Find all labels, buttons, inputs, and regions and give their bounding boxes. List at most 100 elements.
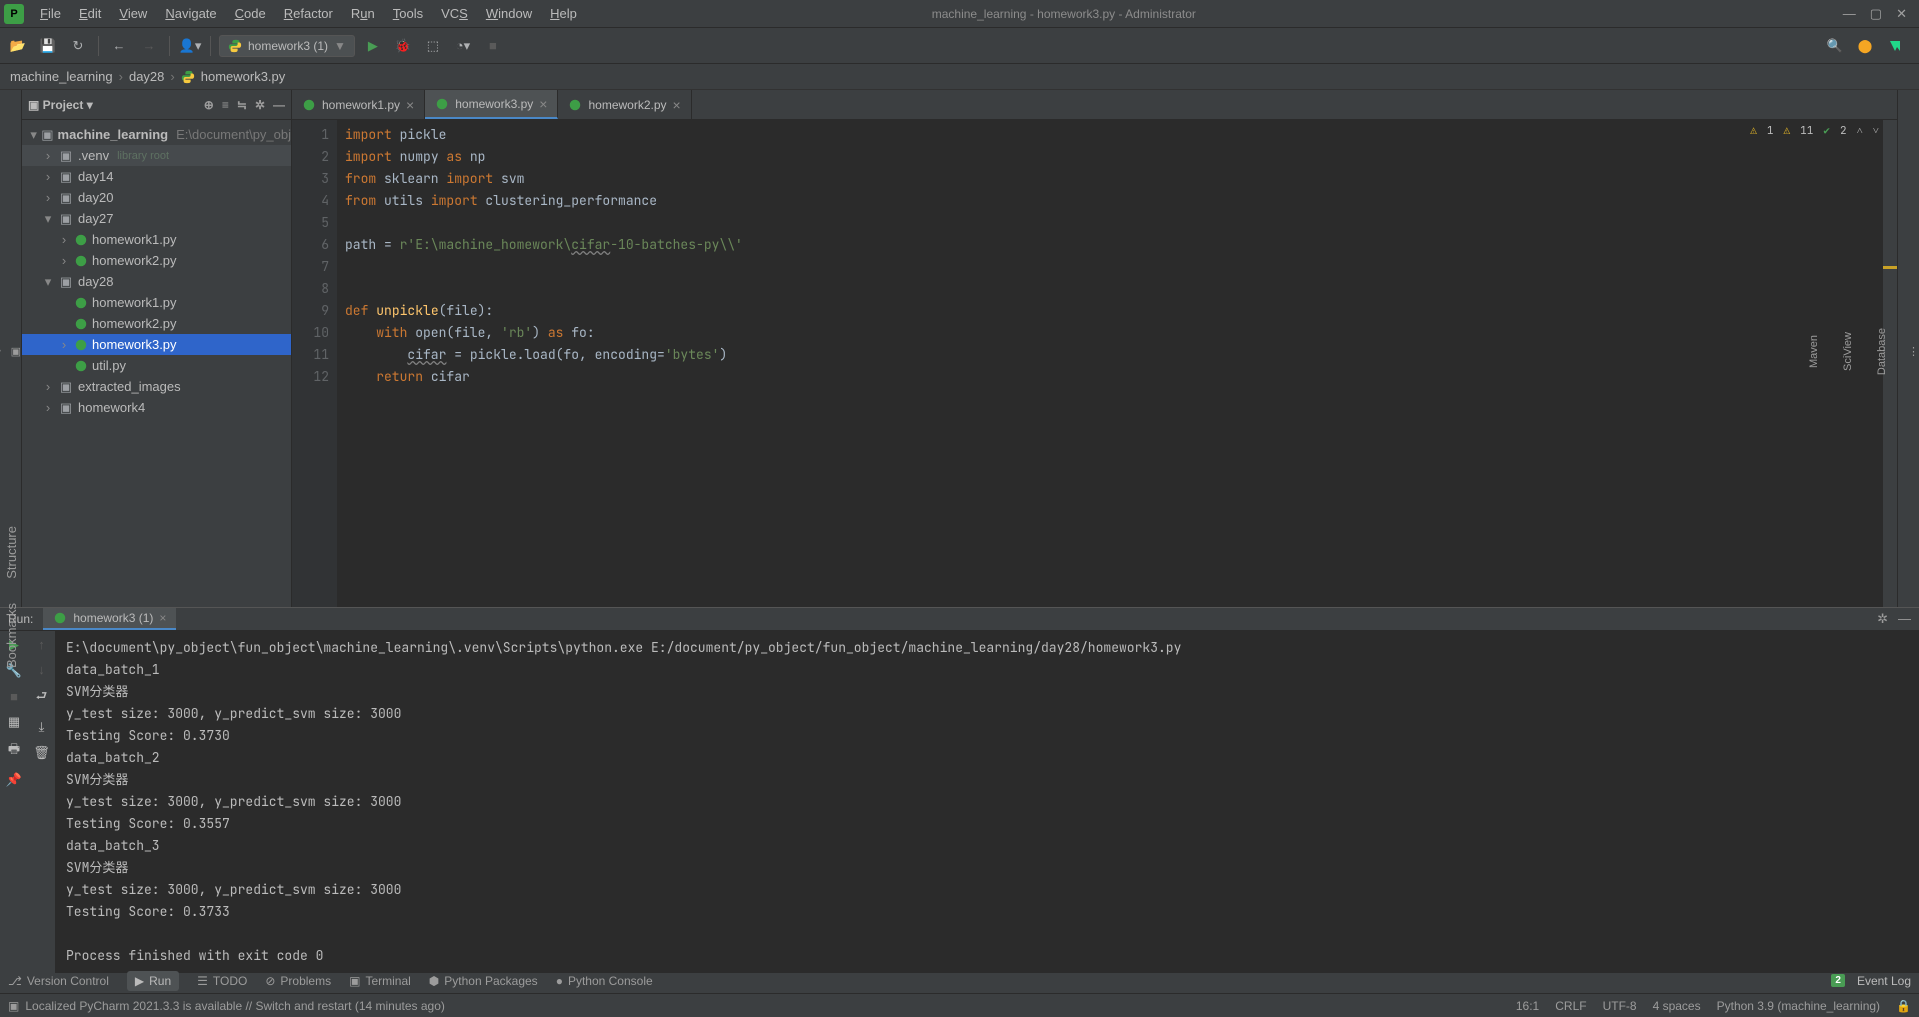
expand-all-icon[interactable]: ≡ [222, 98, 229, 112]
print-icon[interactable]: 🖶 [8, 740, 20, 762]
menu-navigate[interactable]: Navigate [157, 4, 224, 23]
tree-file[interactable]: homework1.py [22, 292, 291, 313]
terminal-tab[interactable]: ▣ Terminal [349, 974, 411, 988]
sciview-tab[interactable]: SciView [1840, 326, 1856, 377]
coverage-button[interactable]: ⬚ [421, 34, 445, 58]
project-tool-icon[interactable]: ▣ [11, 345, 21, 358]
stop-run-button[interactable]: ■ [10, 689, 18, 704]
editor-tab[interactable]: homework2.py× [558, 90, 691, 119]
tree-file[interactable]: ›homework1.py [22, 229, 291, 250]
close-button[interactable]: ✕ [1896, 6, 1907, 22]
chevron-down-icon[interactable]: ˅ [1873, 124, 1879, 138]
status-bar: ▣ Localized PyCharm 2021.3.3 is availabl… [0, 993, 1919, 1017]
interpreter[interactable]: Python 3.9 (machine_learning) [1717, 999, 1880, 1013]
event-log-tab[interactable]: Event Log [1857, 974, 1911, 988]
save-icon[interactable]: 💾 [36, 34, 60, 58]
indent[interactable]: 4 spaces [1653, 999, 1701, 1013]
stop-button[interactable]: ■ [481, 34, 505, 58]
breadcrumb-root[interactable]: machine_learning [10, 69, 113, 84]
tree-file-selected[interactable]: ›homework3.py [22, 334, 291, 355]
project-tab[interactable]: Project [0, 328, 3, 374]
layout-icon[interactable]: ▦ [8, 714, 20, 730]
forward-button[interactable]: → [137, 34, 161, 58]
lock-icon[interactable]: 🔒 [1896, 999, 1911, 1013]
debug-button[interactable]: 🐞 [391, 34, 415, 58]
down-icon[interactable]: ↓ [38, 662, 45, 677]
tree-file[interactable]: ›homework2.py [22, 250, 291, 271]
version-control-tab[interactable]: ⎇ Version Control [8, 974, 109, 988]
run-settings-icon[interactable]: ✲ [1877, 611, 1888, 627]
run-button[interactable]: ▶ [361, 34, 385, 58]
user-icon[interactable]: 👤▾ [178, 34, 202, 58]
tree-folder[interactable]: ▾▣day27 [22, 208, 291, 229]
project-tree[interactable]: ▾▣machine_learning E:\document\py_obj ›▣… [22, 120, 291, 607]
tree-folder[interactable]: ›▣day14 [22, 166, 291, 187]
options-icon[interactable]: ⋮ [1908, 345, 1919, 358]
status-message[interactable]: Localized PyCharm 2021.3.3 is available … [25, 999, 445, 1013]
maximize-button[interactable]: ▢ [1870, 6, 1882, 22]
back-button[interactable]: ← [107, 34, 131, 58]
tree-folder[interactable]: ▾▣day28 [22, 271, 291, 292]
close-run-tab-icon[interactable]: × [159, 611, 166, 625]
problems-tab[interactable]: ⊘ Problems [265, 974, 331, 988]
open-icon[interactable]: 📂 [6, 34, 30, 58]
run-tab-bottom[interactable]: ▶ Run [127, 971, 179, 991]
ide-updates-icon[interactable]: ⬤ [1853, 34, 1877, 58]
structure-tab[interactable]: Structure [2, 520, 21, 585]
caret-position[interactable]: 16:1 [1516, 999, 1539, 1013]
editor-tab[interactable]: homework1.py× [292, 90, 425, 119]
breadcrumb-folder[interactable]: day28 [129, 69, 164, 84]
editor-body[interactable]: 123456789101112 import pickleimport nump… [292, 120, 1897, 607]
close-tab-icon[interactable]: × [673, 97, 681, 113]
editor-tab[interactable]: homework3.py× [425, 90, 558, 119]
tree-folder[interactable]: ›▣homework4 [22, 397, 291, 418]
python-console-tab[interactable]: ● Python Console [556, 974, 653, 988]
python-packages-tab[interactable]: ⬢ Python Packages [429, 974, 538, 988]
hide-icon[interactable]: — [273, 98, 285, 112]
pin-icon[interactable]: 📌 [6, 772, 22, 788]
tree-file[interactable]: homework2.py [22, 313, 291, 334]
scroll-end-icon[interactable]: ⤓ [39, 719, 45, 735]
menu-file[interactable]: File [32, 4, 69, 23]
run-panel-header: Run: homework3 (1) × ✲ — [0, 608, 1919, 631]
inspection-widget[interactable]: ⚠1 ⚠11 ✔2 ˄ ˅ [1750, 124, 1879, 138]
close-tab-icon[interactable]: × [406, 97, 414, 113]
status-icon[interactable]: ▣ [8, 999, 19, 1013]
console-output[interactable]: E:\document\py_object\fun_object\machine… [56, 631, 1919, 973]
run-tab[interactable]: homework3 (1) × [43, 608, 176, 630]
breadcrumb-file[interactable]: homework3.py [201, 69, 286, 84]
tree-root[interactable]: ▾▣machine_learning E:\document\py_obj [22, 124, 291, 145]
editor-area: homework1.py×homework3.py×homework2.py× … [292, 90, 1897, 607]
database-tab[interactable]: Database [1874, 322, 1890, 381]
profile-button[interactable]: ◔▾ [451, 34, 475, 58]
encoding[interactable]: UTF-8 [1603, 999, 1637, 1013]
todo-tab[interactable]: ☰ TODO [197, 974, 247, 988]
menu-view[interactable]: View [111, 4, 155, 23]
maven-tab[interactable]: Maven [1806, 329, 1822, 374]
minimize-button[interactable]: — [1843, 6, 1856, 22]
clear-icon[interactable]: 🗑 [33, 745, 50, 761]
collapse-all-icon[interactable]: ≒ [237, 98, 247, 112]
close-tab-icon[interactable]: × [539, 96, 547, 112]
code-area[interactable]: import pickleimport numpy as npfrom skle… [337, 120, 1897, 607]
tree-folder[interactable]: ›▣extracted_images [22, 376, 291, 397]
tree-file[interactable]: util.py [22, 355, 291, 376]
notification-badge[interactable]: 2 [1831, 974, 1845, 987]
run-config-selector[interactable]: homework3 (1) ▼ [219, 35, 355, 57]
menu-code[interactable]: Code [227, 4, 274, 23]
line-ending[interactable]: CRLF [1555, 999, 1586, 1013]
up-icon[interactable]: ↑ [38, 637, 45, 652]
menu-edit[interactable]: Edit [71, 4, 109, 23]
bookmarks-tab[interactable]: Bookmarks [2, 597, 21, 674]
project-view-selector[interactable]: ▣ Project ▾ [28, 98, 93, 112]
tree-folder[interactable]: ›▣day20 [22, 187, 291, 208]
codewithme-icon[interactable] [1883, 34, 1907, 58]
chevron-up-icon[interactable]: ˄ [1857, 124, 1863, 138]
settings-icon[interactable]: ✲ [255, 98, 265, 112]
refresh-icon[interactable]: ↻ [66, 34, 90, 58]
locate-icon[interactable]: ⊕ [204, 98, 214, 112]
softwrap-icon[interactable]: ⮐ [36, 687, 48, 709]
tree-venv[interactable]: ›▣.venvlibrary root [22, 145, 291, 166]
search-icon[interactable]: 🔍 [1823, 34, 1847, 58]
hide-run-icon[interactable]: — [1898, 611, 1911, 627]
